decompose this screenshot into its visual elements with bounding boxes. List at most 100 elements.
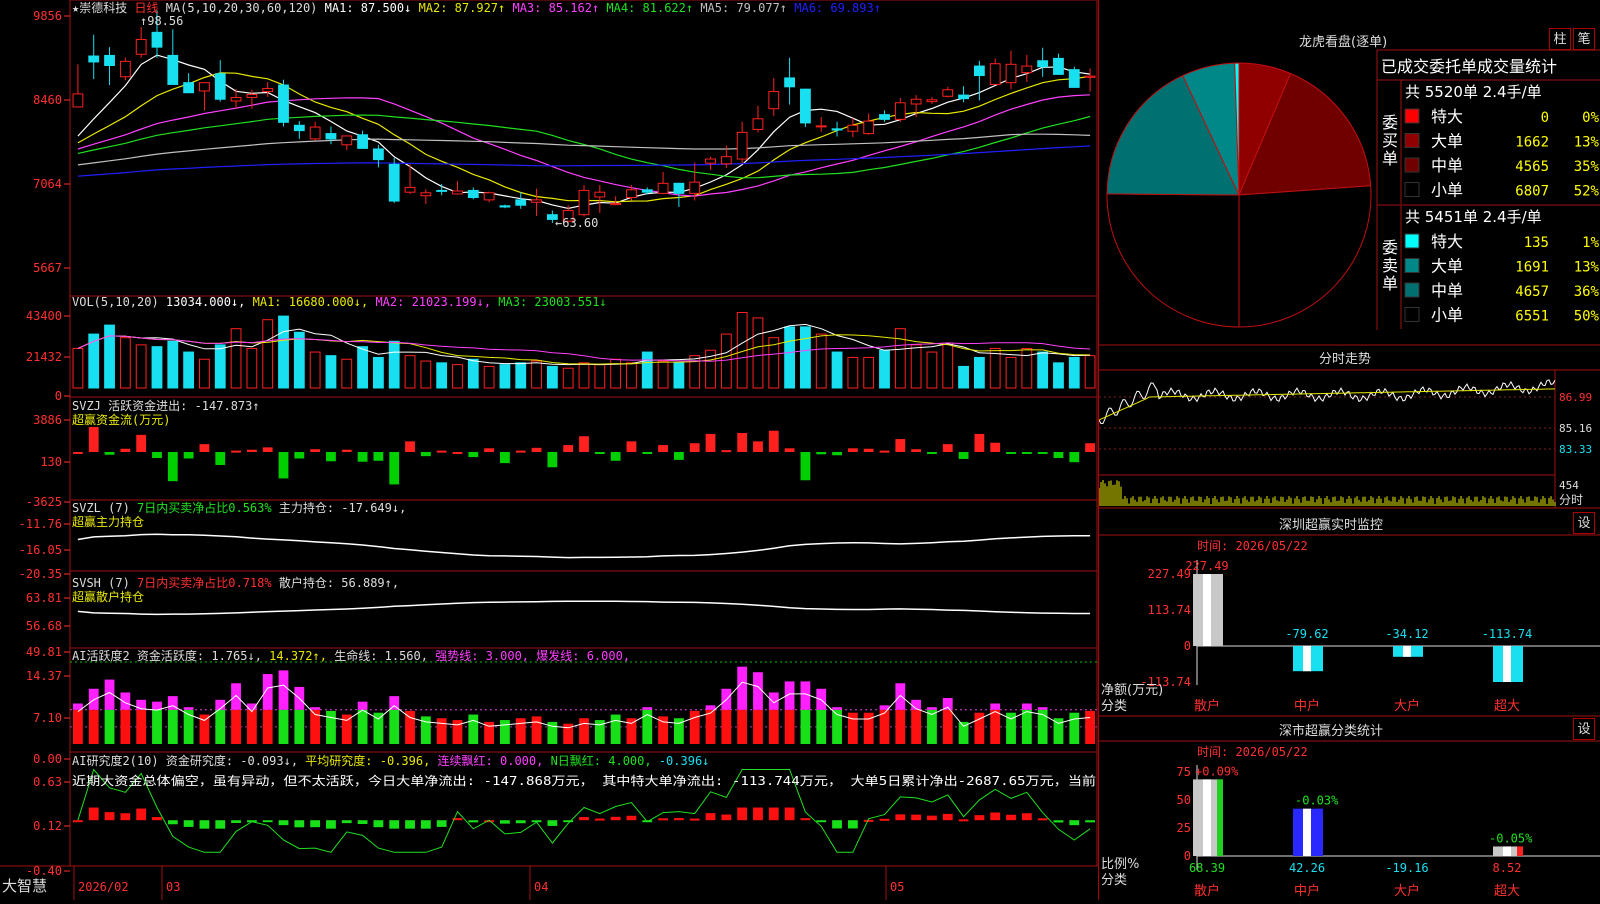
- activity-bar: [341, 714, 352, 744]
- svzl-panel[interactable]: [77, 533, 1091, 559]
- class-value: -19.16: [1385, 861, 1428, 875]
- volume-bar: [958, 365, 969, 389]
- header-part: -0.396↓: [659, 754, 710, 768]
- sz-class-settings-button[interactable]: 设: [1573, 718, 1595, 740]
- intraday-vol-tick: 454: [1559, 479, 1579, 492]
- activity-bar-top: [262, 674, 273, 710]
- volume-bar: [626, 362, 637, 389]
- candle-body: [768, 91, 780, 110]
- class-bar-edge: [1217, 779, 1223, 856]
- sell-swatch: [1404, 307, 1420, 322]
- dragon-pie-chart: [1106, 62, 1372, 328]
- activity-bar: [215, 709, 226, 744]
- volume-bar: [341, 358, 353, 389]
- flow-bar: [73, 452, 83, 454]
- activity-bar-top: [927, 707, 937, 710]
- volume-bar: [594, 364, 606, 389]
- activity-bar-top: [990, 703, 1001, 710]
- flow-bar: [294, 452, 305, 459]
- volume-bar: [546, 365, 558, 389]
- volume-bar: [894, 328, 906, 389]
- sell-row-name: 特大: [1431, 232, 1463, 251]
- volume-panel[interactable]: [72, 312, 1096, 389]
- header-part: N日飘红: 4.000,: [551, 753, 659, 768]
- header-part: MA5: 79.077↑: [700, 1, 794, 15]
- header-part: 强势线: 3.000,: [435, 649, 536, 663]
- candle-body: [278, 84, 289, 123]
- candle-body: [1068, 69, 1080, 88]
- research-bar: [120, 813, 131, 821]
- flow-bar: [816, 452, 827, 455]
- ai-activity-panel[interactable]: [70, 661, 1098, 744]
- intraday-tick: 83.33: [1559, 443, 1592, 456]
- panel-frame: [69, 751, 1098, 867]
- research-bar: [863, 819, 874, 822]
- volume-tick: 0: [55, 389, 62, 403]
- activity-bar-top: [278, 670, 289, 710]
- research-bar: [784, 807, 795, 821]
- class-deviation: -0.03%: [1295, 794, 1339, 808]
- volume-bar: [973, 356, 985, 389]
- activity-bar-top: [310, 707, 321, 710]
- activity-bar: [405, 710, 415, 744]
- candle-body: [483, 192, 495, 201]
- volume-bar: [72, 347, 84, 389]
- sz-class-chart: 时间: 2026/05/227550250+0.09%68.39散户-0.03%…: [1099, 715, 1600, 899]
- candle-body: [309, 126, 321, 140]
- buy-row-name: 中单: [1431, 156, 1463, 175]
- research-bar: [594, 818, 605, 821]
- monitor-category: 中户: [1294, 698, 1320, 714]
- volume-bar: [467, 358, 479, 389]
- flow-bar: [768, 430, 779, 452]
- activity-bar-top: [705, 705, 716, 710]
- kline-chart[interactable]: ↑98.56 ←63.60 ★崇德科技 日线 MA(5,10,20,30,60,1…: [0, 0, 1098, 900]
- activity-bar: [847, 712, 858, 744]
- sell-side-label: 委: [1382, 238, 1398, 257]
- flow-bar: [357, 452, 368, 462]
- buy-swatch: [1404, 133, 1420, 148]
- volume-bar: [309, 351, 321, 389]
- class-ylabel: 比例%: [1101, 857, 1139, 872]
- intraday-chart[interactable]: 86.99 85.16 83.33 454分时: [1099, 344, 1600, 509]
- candle-body: [1053, 57, 1064, 75]
- candle-body: [357, 134, 368, 149]
- main-kline-panel[interactable]: ↑98.56 ←63.60: [72, 10, 1096, 230]
- flow-bar: [88, 426, 99, 452]
- svsh-panel[interactable]: [77, 600, 1091, 616]
- volume-bar: [278, 315, 289, 389]
- flow-bar: [452, 452, 463, 454]
- volume-bar: [531, 360, 542, 389]
- sell-total: 共 5451单 2.4手/单: [1405, 208, 1542, 226]
- header-part: MA6: 69.893↑: [794, 1, 881, 15]
- volume-bar: [246, 347, 258, 389]
- sz-monitor-settings-button[interactable]: 设: [1573, 512, 1595, 534]
- monitor-tick: 113.74: [1148, 603, 1191, 617]
- research-bar: [547, 820, 558, 826]
- header-part: 资金研究度: -0.093↓,: [166, 753, 305, 768]
- ai-research-tick: 0.63: [33, 775, 62, 789]
- candle-body: [88, 55, 100, 63]
- buy-row-count: 0: [1541, 110, 1549, 126]
- header-part: MA4: 81.622↑: [606, 1, 700, 15]
- candle-body: [1084, 75, 1096, 78]
- research-bar: [1085, 820, 1095, 823]
- volume-bar: [436, 362, 448, 389]
- class-tick: 50: [1177, 793, 1191, 807]
- research-bar: [816, 820, 827, 823]
- high-price-mark: ↑98.56: [140, 14, 183, 28]
- svzj-panel[interactable]: [73, 426, 1095, 485]
- volume-bar: [183, 351, 195, 389]
- dragon-stats-table: 已成交委托单成交量统计委买单共 5520单 2.4手/单特大 0 0%大单 1662 1…: [1376, 49, 1600, 330]
- activity-bar: [689, 710, 700, 744]
- candle-body: [325, 133, 337, 140]
- header-part: 资金活跃度: 1.765↓,: [137, 648, 269, 663]
- flow-bar: [974, 433, 985, 452]
- activity-bar: [278, 709, 289, 744]
- activity-bar: [326, 710, 336, 744]
- flow-bar: [563, 445, 574, 452]
- activity-bar: [990, 709, 1001, 744]
- activity-bar: [246, 709, 257, 744]
- left-chart-area[interactable]: ↑98.56 ←63.60 ★崇德科技 日线 MA(5,10,20,30,60,1…: [0, 0, 1098, 900]
- ai-activity-tick: 14.37: [26, 669, 62, 683]
- research-bar: [73, 820, 83, 823]
